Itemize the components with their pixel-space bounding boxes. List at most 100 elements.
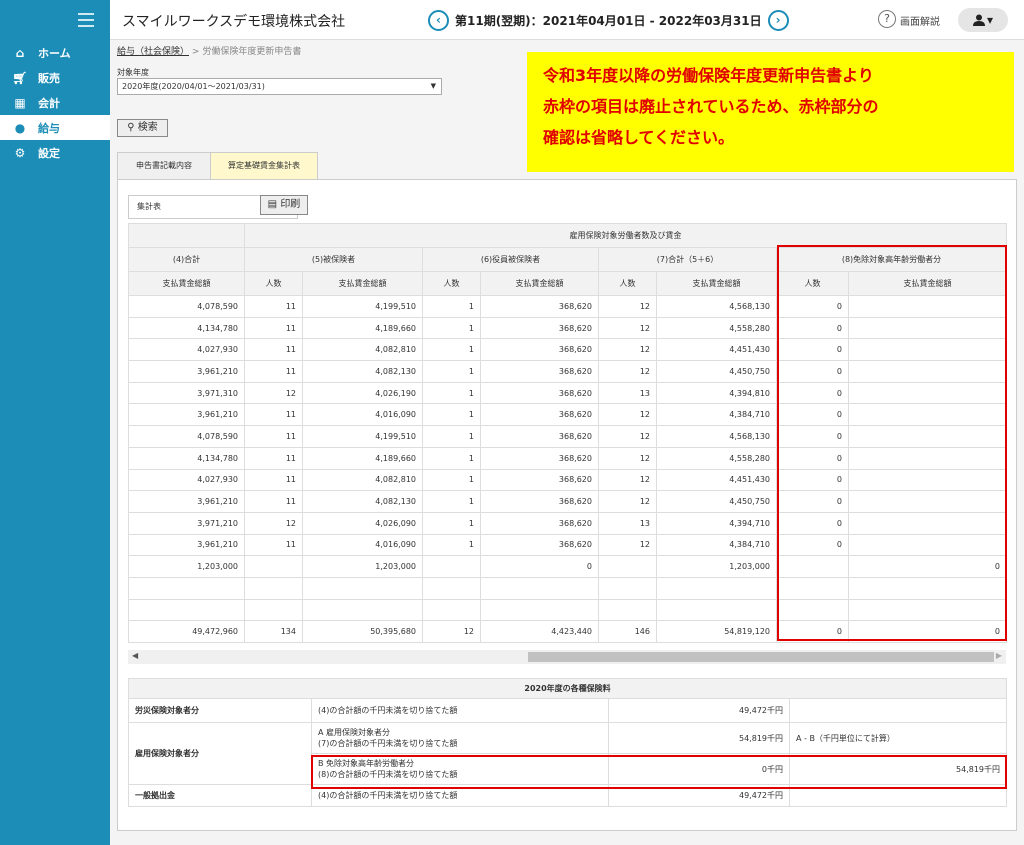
notice-line: 確認は省略してください。 — [543, 128, 735, 147]
next-period-button[interactable]: › — [767, 9, 789, 31]
table-cell — [302, 598, 423, 622]
notice-line: 赤枠の項目は廃止されているため、赤枠部分の — [543, 97, 879, 116]
table-cell — [848, 381, 1007, 405]
table-cell — [656, 576, 777, 600]
table-cell: 12 — [422, 620, 481, 643]
fiscal-year-select[interactable]: 2020年度(2020/04/01～2021/03/31) ▼ — [117, 78, 442, 95]
header-blank — [128, 223, 245, 248]
table-row: 49,472,960 134 50,395,680 12 4,423,440 146 54,… — [128, 620, 1007, 643]
ippan-value: 49,472千円 — [608, 784, 790, 807]
table-cell — [656, 598, 777, 622]
table-cell: 1,203,000 — [128, 555, 245, 578]
help-link[interactable]: 画面解説 — [900, 13, 940, 28]
table-cell: 1 — [422, 360, 481, 383]
ippan-label: 一般拠出金 — [128, 784, 312, 807]
sidebar-item-accounting[interactable]: ▦ 会計 — [0, 90, 110, 115]
table-cell: 12 — [598, 295, 657, 318]
table-cell: 0 — [776, 490, 849, 513]
table-cell: 4,027,930 — [128, 338, 245, 362]
table-cell: 0 — [776, 295, 849, 318]
table-cell: 4,189,660 — [302, 316, 423, 340]
subheader-pay: 支払賃金総額 — [302, 271, 423, 296]
table-cell: 12 — [598, 360, 657, 383]
chevron-left-icon[interactable]: ‹ — [436, 13, 441, 27]
breadcrumb-current: 労働保険年度更新申告書 — [202, 47, 302, 57]
premium-header: 2020年度の各種保険料 — [127, 678, 1008, 699]
table-cell: 4,026,190 — [302, 381, 423, 405]
table-cell — [244, 576, 303, 600]
print-button[interactable]: ▤ 印刷 — [260, 195, 308, 215]
subheader-count: 人数 — [422, 271, 481, 296]
table-row: 3,961,210 11 4,082,130 1 368,620 12 4,450,750 0 — [128, 360, 1007, 383]
table-cell: 4,082,130 — [302, 490, 423, 513]
table-cell — [848, 511, 1007, 535]
table-cell: 4,082,810 — [302, 468, 423, 492]
sidebar-item-payroll[interactable]: ● 給与 — [0, 115, 110, 140]
sidebar-item-home[interactable]: ⌂ ホーム — [0, 40, 110, 65]
table-cell — [244, 598, 303, 622]
help-icon[interactable]: ? — [878, 10, 896, 28]
table-cell: 0 — [776, 620, 849, 643]
table-cell: 4,016,090 — [302, 533, 423, 557]
horizontal-scrollbar[interactable]: ◀ ▶ — [128, 650, 1006, 664]
user-icon[interactable] — [972, 14, 985, 26]
table-cell: 0 — [776, 511, 849, 535]
user-menu-button[interactable]: ▾ — [958, 8, 1008, 32]
scroll-left-icon[interactable]: ◀ — [132, 651, 138, 660]
table-cell — [776, 555, 849, 578]
sidebar-item-sales[interactable]: 🛒︎ 販売 — [0, 65, 110, 90]
subheader-pay: 支払賃金総額 — [480, 271, 599, 296]
table-cell: 1 — [422, 316, 481, 340]
table-cell: 4,384,710 — [656, 403, 777, 427]
header-col7: (7)合計（5＋6） — [598, 247, 777, 272]
table-cell: 1 — [422, 425, 481, 448]
breadcrumb-link-payroll[interactable]: 給与（社会保険） — [117, 47, 189, 57]
table-cell — [128, 598, 245, 622]
table-cell: 0 — [776, 468, 849, 492]
fiscal-year-value: 2020年度(2020/04/01～2021/03/31) — [122, 82, 265, 91]
a-note: A - B（千円単位にて計算） — [788, 722, 1008, 754]
tab-declaration-contents[interactable]: 申告書記載内容 — [117, 152, 211, 180]
tab-wage-summary[interactable]: 算定基礎賃金集計表 — [210, 152, 318, 180]
table-cell — [480, 576, 599, 600]
table-cell: 368,620 — [480, 490, 599, 513]
a-desc-line1: A 雇用保険対象者分 — [318, 728, 391, 737]
chevron-right-icon[interactable]: › — [776, 13, 781, 27]
table-cell — [128, 576, 245, 600]
table-cell — [848, 490, 1007, 513]
a-value: 54,819千円 — [608, 722, 790, 754]
table-row: 3,961,210 11 4,016,090 1 368,620 12 4,384,710 0 — [128, 533, 1007, 557]
company-name: スマイルワークスデモ環境株式会社 — [122, 14, 346, 30]
table-cell: 1,203,000 — [302, 555, 423, 578]
header-col4: (4)合計 — [128, 247, 245, 272]
subheader-pay: 支払賃金総額 — [656, 271, 777, 296]
period-label: 第11期(翌期)：2021年04月01日 - 2022年03月31日 — [455, 13, 762, 28]
calculator-icon: ▦ — [14, 95, 26, 110]
table-cell — [244, 555, 303, 578]
table-cell: 0 — [776, 360, 849, 383]
table-cell: 1 — [422, 468, 481, 492]
table-cell: 11 — [244, 403, 303, 427]
fiscal-year-label: 対象年度 — [117, 68, 149, 77]
print-button-label: 印刷 — [280, 199, 301, 210]
table-cell: 1,203,000 — [656, 555, 777, 578]
table-cell: 3,971,210 — [128, 511, 245, 535]
table-cell: 146 — [598, 620, 657, 643]
scroll-right-icon[interactable]: ▶ — [996, 651, 1002, 660]
table-cell: 4,027,930 — [128, 468, 245, 492]
table-cell: 4,394,710 — [656, 511, 777, 535]
hamburger-icon[interactable] — [78, 13, 94, 31]
sidebar-item-settings[interactable]: ⚙ 設定 — [0, 140, 110, 165]
table-cell: 4,016,090 — [302, 403, 423, 427]
search-button[interactable]: ⚲ 検索 — [117, 119, 168, 137]
chevron-down-icon[interactable]: ▾ — [987, 13, 993, 27]
table-cell: 4,199,510 — [302, 425, 423, 448]
prev-period-button[interactable]: ‹ — [428, 9, 449, 31]
table-cell — [422, 576, 481, 600]
scrollbar-thumb[interactable] — [528, 652, 994, 662]
table-cell: 0 — [776, 446, 849, 470]
table-cell: 4,568,130 — [656, 425, 777, 448]
table-cell: 11 — [244, 446, 303, 470]
menu-toggle[interactable] — [0, 0, 110, 40]
table-cell: 0 — [776, 338, 849, 362]
